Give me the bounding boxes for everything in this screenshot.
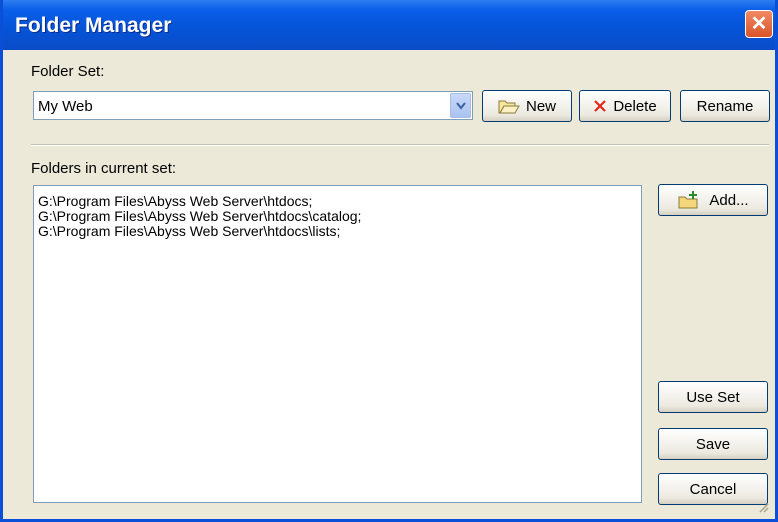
add-button[interactable]: Add...: [658, 184, 768, 216]
add-folder-icon: [678, 191, 698, 209]
close-button[interactable]: ✕: [745, 10, 773, 38]
delete-button[interactable]: Delete: [579, 90, 671, 122]
red-x-delete-icon: [594, 100, 607, 112]
delete-label: Delete: [613, 97, 657, 115]
rename-button[interactable]: Rename: [680, 90, 770, 122]
dropdown-button[interactable]: [450, 93, 471, 118]
folder-set-label: Folder Set:: [31, 63, 105, 80]
folders-label: Folders in current set:: [31, 160, 177, 177]
use-set-button[interactable]: Use Set: [658, 381, 768, 413]
save-button[interactable]: Save: [658, 428, 768, 460]
folder-manager-window: Folder Manager ✕ Folder Set: My Web New …: [0, 0, 778, 522]
chevron-down-icon: [456, 102, 466, 110]
new-button[interactable]: New: [482, 90, 572, 122]
use-set-label: Use Set: [686, 388, 740, 406]
cancel-label: Cancel: [689, 480, 737, 498]
folder-open-icon: [498, 100, 520, 114]
folders-listbox[interactable]: G:\Program Files\Abyss Web Server\htdocs…: [33, 185, 642, 503]
close-icon: ✕: [750, 13, 768, 35]
list-item[interactable]: G:\Program Files\Abyss Web Server\htdocs…: [34, 194, 361, 209]
save-label: Save: [695, 435, 731, 453]
list-item[interactable]: G:\Program Files\Abyss Web Server\htdocs…: [34, 209, 361, 224]
list-item[interactable]: G:\Program Files\Abyss Web Server\htdocs…: [34, 224, 361, 239]
resize-grip-icon[interactable]: [757, 501, 769, 513]
folder-set-select[interactable]: My Web: [33, 91, 473, 120]
new-label: New: [525, 97, 556, 115]
cancel-button[interactable]: Cancel: [658, 473, 768, 505]
section-divider: [31, 144, 769, 146]
folder-set-value: My Web: [38, 98, 93, 115]
window-title: Folder Manager: [15, 14, 172, 37]
add-label: Add...: [709, 191, 749, 209]
folders-list: G:\Program Files\Abyss Web Server\htdocs…: [34, 194, 361, 239]
title-bar: Folder Manager ✕: [3, 0, 775, 50]
rename-label: Rename: [696, 97, 754, 115]
